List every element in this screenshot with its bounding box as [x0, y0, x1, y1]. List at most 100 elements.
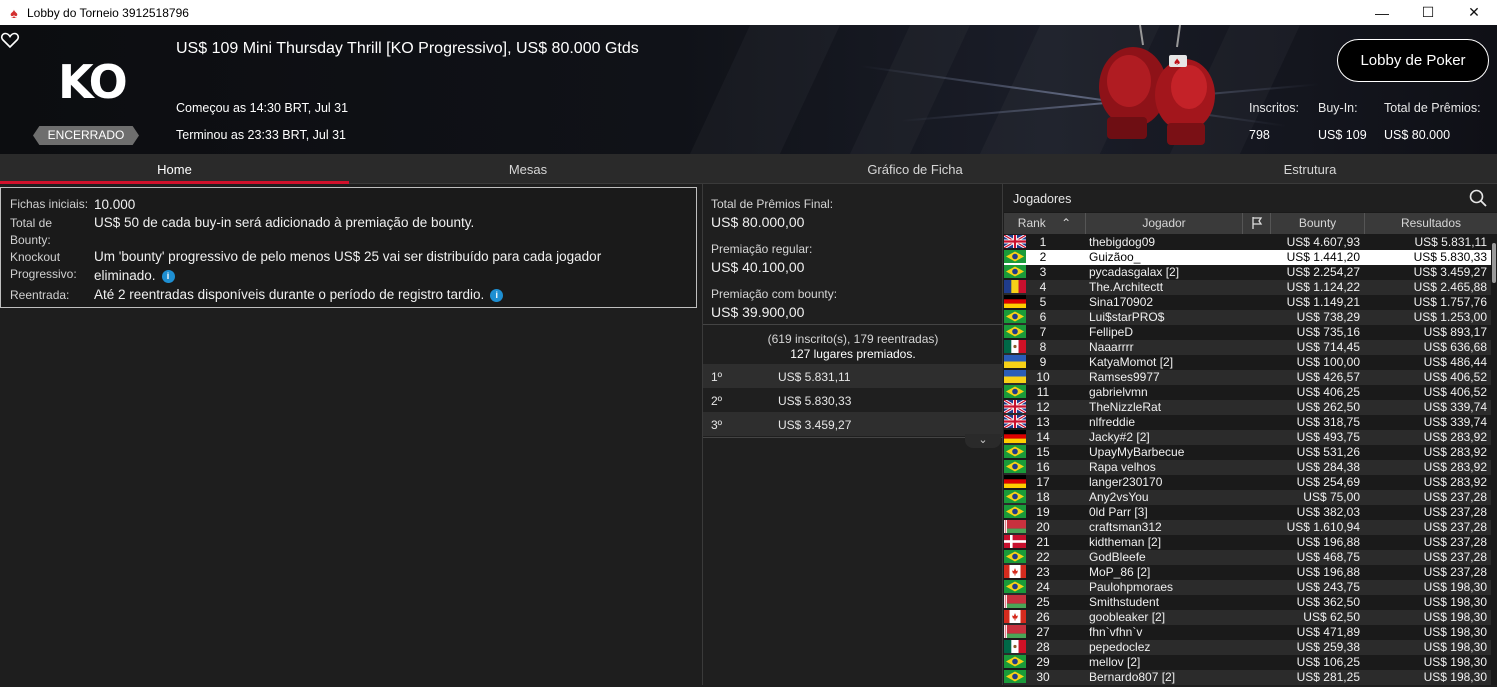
player-row[interactable]: 25 Smithstudent US$ 362,50 US$ 198,30 — [1004, 595, 1493, 610]
player-bounty: US$ 106,25 — [1296, 655, 1360, 669]
player-bounty: US$ 1.610,94 — [1286, 520, 1360, 534]
player-row[interactable]: 12 TheNizzleRat US$ 262,50 US$ 339,74 — [1003, 398, 1493, 415]
player-row[interactable]: 6 Lui$starPRO$ US$ 738,29 US$ 1.253,00 — [1004, 310, 1493, 325]
knockout-info-icon[interactable]: i — [161, 269, 175, 283]
tab-home[interactable]: Home — [0, 154, 349, 184]
player-result: US$ 406,52 — [1423, 385, 1487, 399]
player-row[interactable]: 22 GodBleefe US$ 468,75 US$ 237,28 — [1004, 550, 1493, 565]
player-row[interactable]: 16 Rapa velhos US$ 284,38 US$ 283,92 — [1004, 460, 1493, 475]
player-result: US$ 2.465,88 — [1413, 280, 1487, 294]
player-result: US$ 198,30 — [1423, 595, 1487, 609]
player-rank: 17 — [1036, 475, 1050, 489]
player-bounty: US$ 254,69 — [1296, 475, 1360, 489]
player-rank: 2 — [1039, 250, 1047, 264]
column-rank[interactable]: Rank ⌃ — [1004, 213, 1086, 234]
player-name: Smithstudent — [1089, 595, 1160, 609]
player-bounty: US$ 2.254,27 — [1286, 265, 1360, 279]
player-rank: 12 — [1036, 400, 1050, 414]
player-row[interactable]: 5 Sina170902 US$ 1.149,21 US$ 1.757,76 — [1004, 295, 1493, 310]
player-row[interactable]: 2 Guizãoo_ US$ 1.441,20 US$ 5.830,33 — [1004, 250, 1493, 265]
player-rank: 25 — [1036, 595, 1050, 609]
lobby-tabs: Home Mesas Gráfico de Ficha Estrutura — [0, 154, 1497, 184]
player-name: kidtheman [2] — [1089, 535, 1162, 549]
column-country-flag-icon[interactable] — [1243, 213, 1271, 234]
player-result: US$ 339,74 — [1423, 400, 1487, 414]
tab-tables[interactable]: Mesas — [349, 154, 707, 184]
player-row[interactable]: 17 langer230170 US$ 254,69 US$ 283,92 — [1004, 475, 1493, 490]
final-prize-label: Total de Prêmios Final: — [711, 197, 834, 211]
player-row[interactable]: 15 UpayMyBarbecue US$ 531,26 US$ 283,92 — [1004, 445, 1493, 460]
player-row[interactable]: 21 kidtheman [2] US$ 196,88 US$ 237,28 — [1004, 535, 1493, 550]
player-row[interactable]: 18 Any2vsYou US$ 75,00 US$ 237,28 — [1004, 490, 1493, 505]
player-result: US$ 5.830,33 — [1413, 250, 1487, 264]
player-bounty: US$ 196,88 — [1296, 535, 1360, 549]
expand-prizes-chevron-icon[interactable]: ⌄ — [965, 434, 1001, 448]
player-row[interactable]: 28 pepedoclez US$ 259,38 US$ 198,30 — [1004, 640, 1493, 655]
player-row[interactable]: 7 FellipeD US$ 735,16 US$ 893,17 — [1004, 325, 1493, 340]
total-prize-value: US$ 80.000 — [1384, 128, 1451, 142]
poker-lobby-button[interactable]: Lobby de Poker — [1337, 39, 1489, 82]
player-result: US$ 237,28 — [1423, 535, 1487, 549]
maximize-button[interactable]: ☐ — [1405, 0, 1451, 25]
player-name: KatyaMomot [2] — [1089, 355, 1174, 369]
column-bounty[interactable]: Bounty — [1271, 213, 1365, 234]
player-row[interactable]: 4 The.Architectt US$ 1.124,22 US$ 2.465,88 — [1004, 280, 1493, 295]
player-row[interactable]: 26 goobleaker [2] US$ 62,50 US$ 198,30 — [1004, 610, 1493, 625]
player-row[interactable]: 20 craftsman312 US$ 1.610,94 US$ 237,28 — [1004, 520, 1493, 535]
player-row[interactable]: 11 gabrielvmn US$ 406,25 US$ 406,52 — [1004, 385, 1493, 400]
heart-favorite-icon[interactable] — [0, 30, 20, 50]
players-title: Jogadores — [1013, 192, 1072, 206]
search-icon[interactable] — [1468, 188, 1488, 208]
registered-value: 798 — [1249, 128, 1270, 142]
player-row[interactable]: 8 Naaarrrr US$ 714,45 US$ 636,68 — [1004, 340, 1493, 355]
column-results[interactable]: Resultados — [1365, 213, 1497, 234]
player-result: US$ 636,68 — [1423, 340, 1487, 354]
minimize-button[interactable]: — — [1359, 0, 1405, 25]
player-row[interactable]: 9 KatyaMomot [2] US$ 100,00 US$ 486,44 — [1004, 355, 1493, 370]
player-name: FellipeD — [1089, 325, 1134, 339]
sort-ascending-icon: ⌃ — [1061, 216, 1072, 230]
player-row[interactable]: 23 MoP_86 [2] US$ 196,88 US$ 237,28 — [1004, 565, 1493, 580]
player-row[interactable]: 24 Paulohpmoraes US$ 243,75 US$ 198,30 — [1004, 580, 1493, 595]
player-name: mellov [2] — [1089, 655, 1141, 669]
player-rank: 9 — [1039, 355, 1047, 369]
buyin-value: US$ 109 — [1318, 128, 1367, 142]
player-row[interactable]: 30 Bernardo807 [2] US$ 281,25 US$ 198,30 — [1004, 670, 1493, 685]
reentry-info-icon[interactable]: i — [490, 288, 504, 302]
player-name: craftsman312 — [1089, 520, 1162, 534]
player-name: langer230170 — [1089, 475, 1163, 489]
window-titlebar: ♠ Lobby do Torneio 3912518796 — ☐ ✕ — [0, 0, 1497, 25]
player-rank: 13 — [1036, 415, 1050, 429]
player-bounty: US$ 531,26 — [1296, 445, 1360, 459]
column-player[interactable]: Jogador — [1086, 213, 1243, 234]
player-row[interactable]: 10 Ramses9977 US$ 426,57 US$ 406,52 — [1004, 370, 1493, 385]
player-rank: 1 — [1039, 235, 1047, 249]
player-name: GodBleefe — [1089, 550, 1146, 564]
entries-summary: (619 inscrito(s), 179 reentradas) — [767, 332, 939, 346]
player-row[interactable]: 13 nlfreddie US$ 318,75 US$ 339,74 — [1003, 413, 1493, 430]
player-bounty: US$ 362,50 — [1296, 595, 1360, 609]
player-row[interactable]: 3 pycadasgalax [2] US$ 2.254,27 US$ 3.459,2… — [1004, 265, 1493, 280]
players-scrollbar[interactable] — [1491, 235, 1497, 685]
player-row[interactable]: 14 Jacky#2 [2] US$ 493,75 US$ 283,92 — [1004, 430, 1493, 445]
player-bounty: US$ 284,38 — [1296, 460, 1360, 474]
player-name: thebigdog09 — [1089, 235, 1156, 249]
player-bounty: US$ 259,38 — [1296, 640, 1360, 654]
player-row[interactable]: 19 0ld Parr [3] US$ 382,03 US$ 237,28 — [1004, 505, 1493, 520]
player-bounty: US$ 471,89 — [1296, 625, 1360, 639]
tournament-info-panel: Fichas iniciais: 10.000 Total de Bounty:… — [0, 187, 697, 308]
player-result: US$ 237,28 — [1423, 520, 1487, 534]
ko-logo: KO — [58, 55, 128, 109]
tab-chip-chart[interactable]: Gráfico de Ficha — [707, 154, 1123, 184]
player-result: US$ 283,92 — [1423, 430, 1487, 444]
player-row[interactable]: 29 mellov [2] US$ 106,25 US$ 198,30 — [1004, 655, 1493, 670]
player-rank: 15 — [1036, 445, 1050, 459]
player-rank: 24 — [1036, 580, 1050, 594]
paid-places-summary: 127 lugares premiados. — [790, 347, 916, 361]
player-row[interactable]: 27 fhn`vfhn`v US$ 471,89 US$ 198,30 — [1004, 625, 1493, 640]
player-row[interactable]: 1 thebigdog09 US$ 4.607,93 US$ 5.831,11 — [1003, 233, 1493, 250]
player-name: Sina170902 — [1089, 295, 1154, 309]
player-rank: 4 — [1039, 280, 1047, 294]
close-button[interactable]: ✕ — [1451, 0, 1497, 25]
tab-structure[interactable]: Estrutura — [1123, 154, 1497, 184]
